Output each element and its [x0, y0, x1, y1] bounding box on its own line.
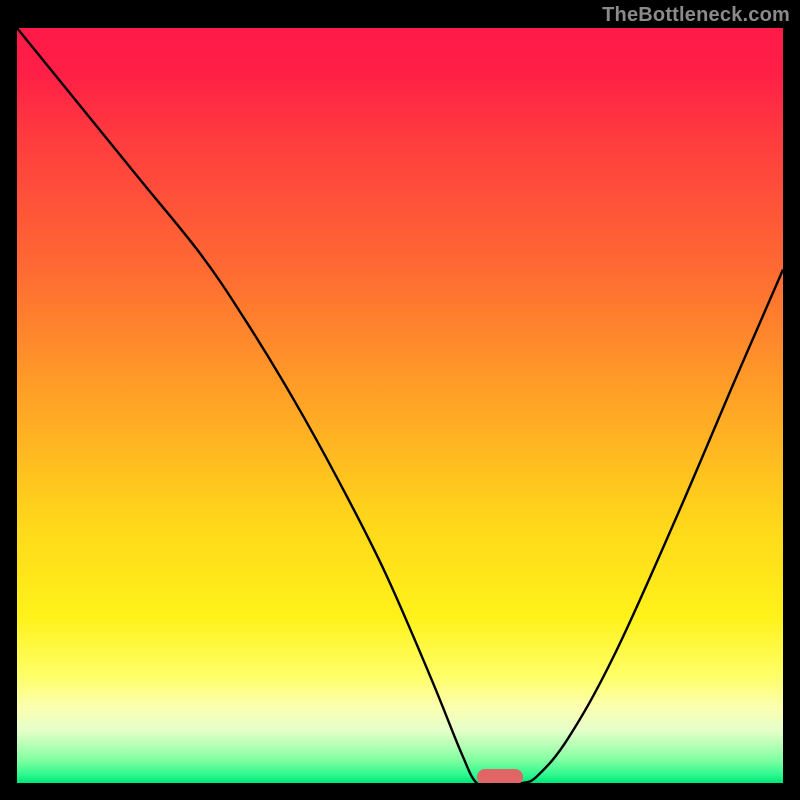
watermark-text: TheBottleneck.com [602, 4, 790, 27]
bottleneck-curve [17, 28, 783, 783]
chart-frame: TheBottleneck.com [0, 0, 800, 800]
optimal-range-marker [477, 769, 523, 783]
curve-path [17, 28, 783, 783]
plot-area [17, 28, 783, 783]
